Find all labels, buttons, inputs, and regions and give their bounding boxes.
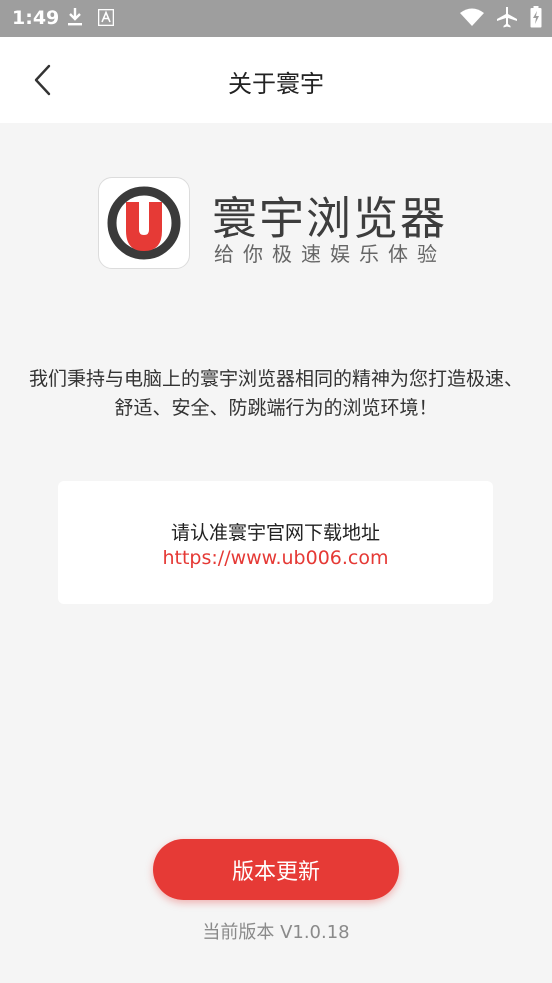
official-url-link[interactable]: https://www.ub006.com [58,547,493,569]
status-right-icons [460,6,542,28]
download-icon [68,8,82,26]
app-logo: U [98,177,190,269]
version-update-button[interactable]: 版本更新 [153,839,399,900]
u-logo-icon: U [107,186,181,260]
app-bar: 关于寰宇 [0,37,552,123]
page-title: 关于寰宇 [228,70,324,98]
airplane-icon [497,7,517,28]
brand-slogan: 给你极速娱乐体验 [214,242,446,266]
wifi-icon [460,8,484,26]
app-description: 我们秉持与电脑上的寰宇浏览器相同的精神为您打造极速、舒适、安全、防跳端行为的浏览… [28,368,523,419]
status-time: 1:49 [12,7,60,29]
battery-charging-icon [530,6,542,28]
status-left-icons [66,7,114,27]
official-url-label: 请认准寰宇官网下载地址 [170,522,380,544]
svg-text:U: U [144,228,145,230]
status-bar: 1:49 [0,0,552,37]
current-version: 当前版本 V1.0.18 [202,922,350,943]
font-icon [98,8,114,26]
official-url-card: 请认准寰宇官网下载地址 https://www.ub006.com [58,481,493,604]
